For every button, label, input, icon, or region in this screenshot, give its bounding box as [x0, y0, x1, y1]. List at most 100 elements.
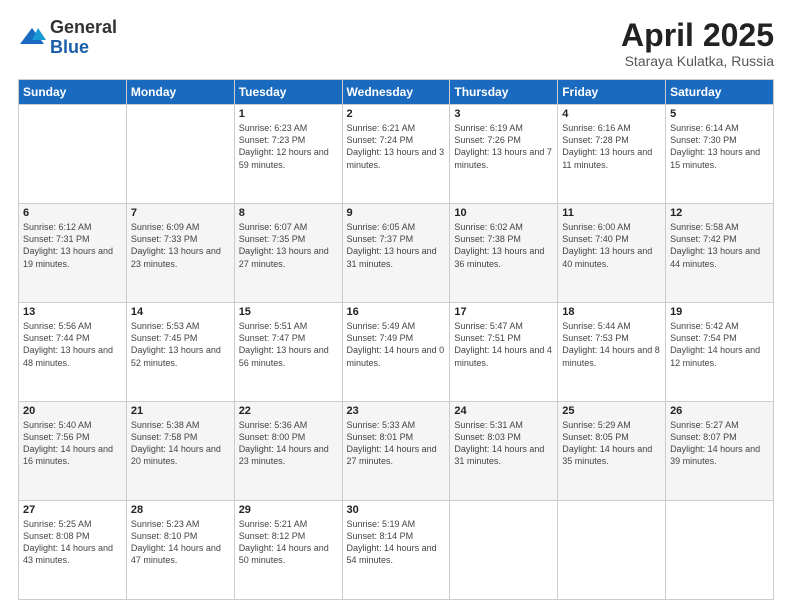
- day-cell: [19, 105, 127, 204]
- day-number: 1: [239, 108, 338, 120]
- day-cell: 1Sunrise: 6:23 AM Sunset: 7:23 PM Daylig…: [234, 105, 342, 204]
- day-cell: [450, 501, 558, 600]
- day-cell: 5Sunrise: 6:14 AM Sunset: 7:30 PM Daylig…: [666, 105, 774, 204]
- day-cell: 13 Sunrise: 5:56 AM Sunset: 7:44 PM Dayli…: [19, 303, 127, 402]
- title-month: April 2025: [621, 18, 774, 53]
- day-info: Sunrise: 6:19 AM Sunset: 7:26 PM Dayligh…: [454, 122, 553, 171]
- day-cell: 25 Sunrise: 5:29 AM Sunset: 8:05 PM Dayli…: [558, 402, 666, 501]
- day-cell: 19Sunrise: 5:42 AM Sunset: 7:54 PM Dayli…: [666, 303, 774, 402]
- day-info: Sunrise: 5:58 AM Sunset: 7:42 PM Dayligh…: [670, 221, 769, 270]
- day-number: 2: [347, 108, 446, 120]
- day-info: Sunrise: 5:21 AM Sunset: 8:12 PM Dayligh…: [239, 518, 338, 567]
- logo: General Blue: [18, 18, 117, 58]
- day-cell: 26 Sunrise: 5:27 AM Sunset: 8:07 PM Dayli…: [666, 402, 774, 501]
- day-info: Sunrise: 5:47 AM Sunset: 7:51 PM Dayligh…: [454, 320, 553, 369]
- header-tuesday: Tuesday: [234, 80, 342, 105]
- day-cell: 6 Sunrise: 6:12 AM Sunset: 7:31 PM Daylig…: [19, 204, 127, 303]
- day-info: Sunrise: 5:25 AM Sunset: 8:08 PM Dayligh…: [23, 518, 122, 567]
- logo-blue: Blue: [50, 38, 117, 58]
- day-info: Sunrise: 5:40 AM Sunset: 7:56 PM Dayligh…: [23, 419, 122, 468]
- calendar-table: SundayMondayTuesdayWednesdayThursdayFrid…: [18, 79, 774, 600]
- day-number: 4: [562, 108, 661, 120]
- week-row-1: 1Sunrise: 6:23 AM Sunset: 7:23 PM Daylig…: [19, 105, 774, 204]
- day-cell: 16Sunrise: 5:49 AM Sunset: 7:49 PM Dayli…: [342, 303, 450, 402]
- day-cell: 11 Sunrise: 6:00 AM Sunset: 7:40 PM Dayli…: [558, 204, 666, 303]
- day-number: 17: [454, 306, 553, 318]
- day-number: 7: [131, 207, 230, 219]
- logo-general: General: [50, 18, 117, 38]
- day-cell: [126, 105, 234, 204]
- day-cell: 27 Sunrise: 5:25 AM Sunset: 8:08 PM Dayli…: [19, 501, 127, 600]
- logo-text: General Blue: [50, 18, 117, 58]
- day-number: 11: [562, 207, 661, 219]
- day-info: Sunrise: 5:49 AM Sunset: 7:49 PM Dayligh…: [347, 320, 446, 369]
- day-info: Sunrise: 5:31 AM Sunset: 8:03 PM Dayligh…: [454, 419, 553, 468]
- day-info: Sunrise: 5:19 AM Sunset: 8:14 PM Dayligh…: [347, 518, 446, 567]
- day-number: 26: [670, 405, 769, 417]
- day-number: 28: [131, 504, 230, 516]
- day-number: 24: [454, 405, 553, 417]
- day-info: Sunrise: 6:05 AM Sunset: 7:37 PM Dayligh…: [347, 221, 446, 270]
- day-number: 15: [239, 306, 338, 318]
- day-info: Sunrise: 6:09 AM Sunset: 7:33 PM Dayligh…: [131, 221, 230, 270]
- week-row-4: 20 Sunrise: 5:40 AM Sunset: 7:56 PM Dayli…: [19, 402, 774, 501]
- day-info: Sunrise: 5:44 AM Sunset: 7:53 PM Dayligh…: [562, 320, 661, 369]
- day-info: Sunrise: 5:23 AM Sunset: 8:10 PM Dayligh…: [131, 518, 230, 567]
- day-cell: 29Sunrise: 5:21 AM Sunset: 8:12 PM Dayli…: [234, 501, 342, 600]
- day-cell: 23 Sunrise: 5:33 AM Sunset: 8:01 PM Dayli…: [342, 402, 450, 501]
- day-cell: 20 Sunrise: 5:40 AM Sunset: 7:56 PM Dayli…: [19, 402, 127, 501]
- title-block: April 2025 Staraya Kulatka, Russia: [621, 18, 774, 69]
- week-row-3: 13 Sunrise: 5:56 AM Sunset: 7:44 PM Dayli…: [19, 303, 774, 402]
- day-number: 13: [23, 306, 122, 318]
- day-number: 12: [670, 207, 769, 219]
- day-info: Sunrise: 6:00 AM Sunset: 7:40 PM Dayligh…: [562, 221, 661, 270]
- day-info: Sunrise: 5:33 AM Sunset: 8:01 PM Dayligh…: [347, 419, 446, 468]
- day-cell: 17 Sunrise: 5:47 AM Sunset: 7:51 PM Dayli…: [450, 303, 558, 402]
- day-info: Sunrise: 5:38 AM Sunset: 7:58 PM Dayligh…: [131, 419, 230, 468]
- day-info: Sunrise: 6:16 AM Sunset: 7:28 PM Dayligh…: [562, 122, 661, 171]
- day-number: 6: [23, 207, 122, 219]
- day-cell: 21 Sunrise: 5:38 AM Sunset: 7:58 PM Dayli…: [126, 402, 234, 501]
- header-saturday: Saturday: [666, 80, 774, 105]
- day-cell: [666, 501, 774, 600]
- day-number: 30: [347, 504, 446, 516]
- day-info: Sunrise: 6:21 AM Sunset: 7:24 PM Dayligh…: [347, 122, 446, 171]
- day-number: 22: [239, 405, 338, 417]
- header-thursday: Thursday: [450, 80, 558, 105]
- title-location: Staraya Kulatka, Russia: [621, 53, 774, 69]
- day-number: 20: [23, 405, 122, 417]
- header: General Blue April 2025 Staraya Kulatka,…: [18, 18, 774, 69]
- day-info: Sunrise: 6:02 AM Sunset: 7:38 PM Dayligh…: [454, 221, 553, 270]
- calendar-header-row: SundayMondayTuesdayWednesdayThursdayFrid…: [19, 80, 774, 105]
- day-cell: 22Sunrise: 5:36 AM Sunset: 8:00 PM Dayli…: [234, 402, 342, 501]
- day-cell: 15Sunrise: 5:51 AM Sunset: 7:47 PM Dayli…: [234, 303, 342, 402]
- day-number: 23: [347, 405, 446, 417]
- day-info: Sunrise: 5:56 AM Sunset: 7:44 PM Dayligh…: [23, 320, 122, 369]
- day-cell: 7 Sunrise: 6:09 AM Sunset: 7:33 PM Daylig…: [126, 204, 234, 303]
- day-cell: 28 Sunrise: 5:23 AM Sunset: 8:10 PM Dayli…: [126, 501, 234, 600]
- day-info: Sunrise: 5:53 AM Sunset: 7:45 PM Dayligh…: [131, 320, 230, 369]
- header-wednesday: Wednesday: [342, 80, 450, 105]
- day-info: Sunrise: 5:42 AM Sunset: 7:54 PM Dayligh…: [670, 320, 769, 369]
- day-number: 25: [562, 405, 661, 417]
- header-monday: Monday: [126, 80, 234, 105]
- day-cell: [558, 501, 666, 600]
- day-number: 27: [23, 504, 122, 516]
- day-info: Sunrise: 6:12 AM Sunset: 7:31 PM Dayligh…: [23, 221, 122, 270]
- header-sunday: Sunday: [19, 80, 127, 105]
- day-cell: 12 Sunrise: 5:58 AM Sunset: 7:42 PM Dayli…: [666, 204, 774, 303]
- day-cell: 10Sunrise: 6:02 AM Sunset: 7:38 PM Dayli…: [450, 204, 558, 303]
- day-cell: 14Sunrise: 5:53 AM Sunset: 7:45 PM Dayli…: [126, 303, 234, 402]
- day-info: Sunrise: 5:27 AM Sunset: 8:07 PM Dayligh…: [670, 419, 769, 468]
- day-number: 9: [347, 207, 446, 219]
- day-cell: 18Sunrise: 5:44 AM Sunset: 7:53 PM Dayli…: [558, 303, 666, 402]
- day-number: 21: [131, 405, 230, 417]
- day-info: Sunrise: 6:07 AM Sunset: 7:35 PM Dayligh…: [239, 221, 338, 270]
- day-cell: 30 Sunrise: 5:19 AM Sunset: 8:14 PM Dayli…: [342, 501, 450, 600]
- page: General Blue April 2025 Staraya Kulatka,…: [0, 0, 792, 612]
- day-info: Sunrise: 5:29 AM Sunset: 8:05 PM Dayligh…: [562, 419, 661, 468]
- day-cell: 8 Sunrise: 6:07 AM Sunset: 7:35 PM Daylig…: [234, 204, 342, 303]
- week-row-2: 6 Sunrise: 6:12 AM Sunset: 7:31 PM Daylig…: [19, 204, 774, 303]
- day-number: 8: [239, 207, 338, 219]
- week-row-5: 27 Sunrise: 5:25 AM Sunset: 8:08 PM Dayli…: [19, 501, 774, 600]
